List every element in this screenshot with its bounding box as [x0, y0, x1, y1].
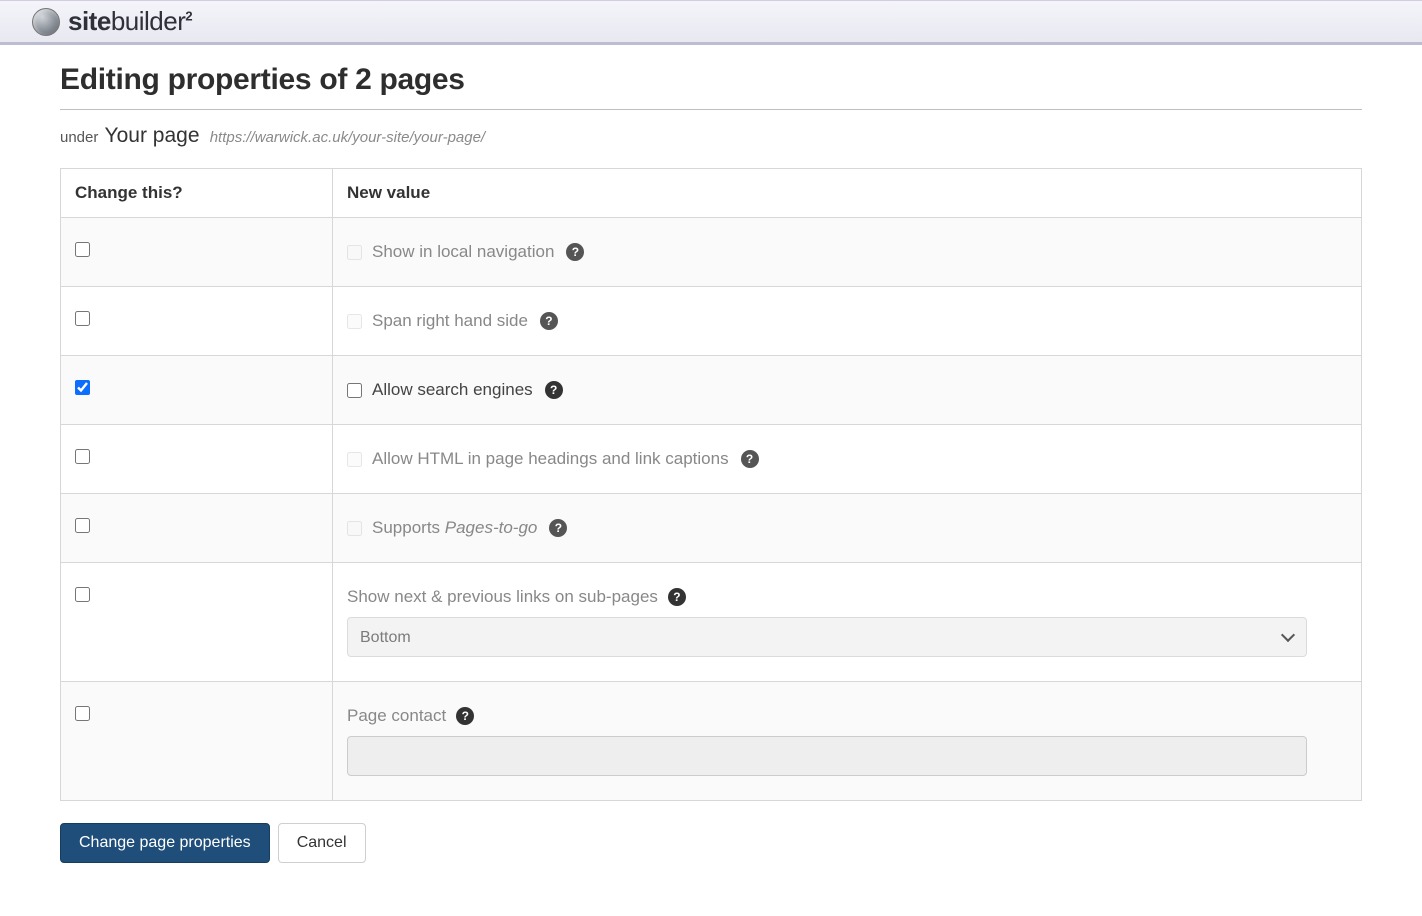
- brand-text-light: builder: [111, 6, 186, 36]
- row-allow-html: Allow HTML in page headings and link cap…: [61, 425, 1362, 494]
- row-pages-to-go: Supports Pages-to-go ?: [61, 494, 1362, 563]
- col-header-change: Change this?: [61, 169, 333, 218]
- value-checkbox-show-local-nav: [347, 245, 362, 260]
- brand-sup: 2: [185, 8, 192, 23]
- help-icon[interactable]: ?: [540, 312, 558, 330]
- label-pages-to-go-pre: Supports: [372, 518, 445, 537]
- label-page-contact: Page contact: [347, 706, 446, 726]
- properties-table: Change this? New value Show in local nav…: [60, 168, 1362, 801]
- value-checkbox-pages-to-go: [347, 521, 362, 536]
- help-icon[interactable]: ?: [741, 450, 759, 468]
- breadcrumb-page-name: Your page: [105, 124, 200, 147]
- value-checkbox-allow-html: [347, 452, 362, 467]
- row-allow-search: Allow search engines ?: [61, 356, 1362, 425]
- row-show-local-nav: Show in local navigation ?: [61, 218, 1362, 287]
- brand-logo: sitebuilder2: [32, 6, 192, 37]
- label-span-rhs: Span right hand side: [372, 311, 528, 331]
- brand-text-bold: site: [68, 6, 111, 36]
- actions-row: Change page properties Cancel: [60, 823, 1362, 863]
- help-icon[interactable]: ?: [566, 243, 584, 261]
- label-pages-to-go: Supports Pages-to-go: [372, 518, 537, 538]
- change-checkbox-allow-html[interactable]: [75, 449, 90, 464]
- cancel-button[interactable]: Cancel: [278, 823, 366, 863]
- page-title: Editing properties of 2 pages: [60, 63, 1362, 97]
- row-span-rhs: Span right hand side ?: [61, 287, 1362, 356]
- help-icon[interactable]: ?: [668, 588, 686, 606]
- help-icon[interactable]: ?: [545, 381, 563, 399]
- brand-bar: sitebuilder2: [0, 0, 1422, 45]
- change-checkbox-span-rhs[interactable]: [75, 311, 90, 326]
- label-pages-to-go-ital: Pages-to-go: [445, 518, 538, 537]
- divider: [60, 109, 1362, 110]
- value-checkbox-allow-search[interactable]: [347, 383, 362, 398]
- change-checkbox-show-local-nav[interactable]: [75, 242, 90, 257]
- col-header-value: New value: [333, 169, 1362, 218]
- change-checkbox-allow-search[interactable]: [75, 380, 90, 395]
- help-icon[interactable]: ?: [549, 519, 567, 537]
- change-page-properties-button[interactable]: Change page properties: [60, 823, 270, 863]
- value-checkbox-span-rhs: [347, 314, 362, 329]
- label-next-prev: Show next & previous links on sub-pages: [347, 587, 658, 607]
- row-page-contact: Page contact ?: [61, 682, 1362, 801]
- help-icon[interactable]: ?: [456, 707, 474, 725]
- change-checkbox-next-prev[interactable]: [75, 587, 90, 602]
- row-next-prev: Show next & previous links on sub-pages …: [61, 563, 1362, 682]
- label-allow-search: Allow search engines: [372, 380, 533, 400]
- globe-icon: [32, 8, 60, 36]
- input-page-contact[interactable]: [347, 736, 1307, 776]
- label-allow-html: Allow HTML in page headings and link cap…: [372, 449, 729, 469]
- brand-text: sitebuilder2: [68, 6, 192, 37]
- select-next-prev[interactable]: Bottom: [347, 617, 1307, 657]
- breadcrumb-under: under: [60, 129, 98, 146]
- breadcrumb-url: https://warwick.ac.uk/your-site/your-pag…: [210, 129, 485, 146]
- label-show-local-nav: Show in local navigation: [372, 242, 554, 262]
- change-checkbox-page-contact[interactable]: [75, 706, 90, 721]
- breadcrumb: under Your page https://warwick.ac.uk/yo…: [60, 124, 1362, 148]
- change-checkbox-pages-to-go[interactable]: [75, 518, 90, 533]
